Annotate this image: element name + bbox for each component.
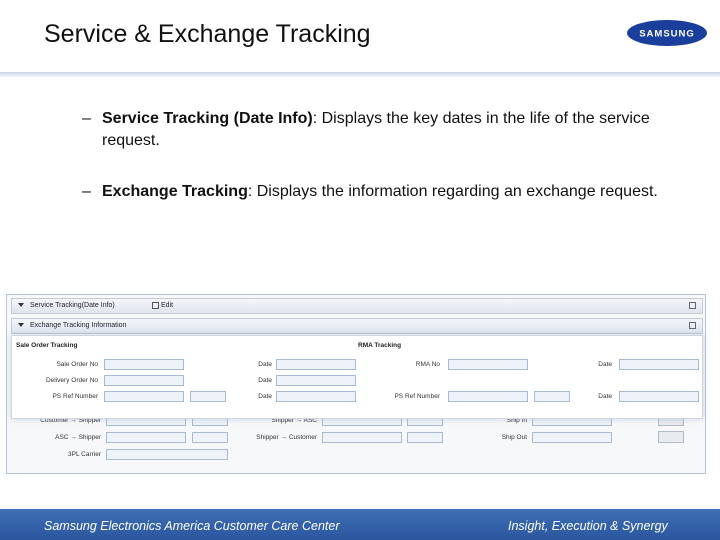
sale-order-no-field[interactable] [104,359,184,370]
bullet-dash: – [82,110,91,127]
rma-ps-ref-number-field[interactable] [448,391,528,402]
rma-date-field[interactable] [619,359,699,370]
edit-label: Edit [161,302,174,309]
ps-ref-date-field[interactable] [276,391,356,402]
field-label: ASC → Shipper [55,434,101,441]
field-label: Sale Order No [56,361,98,368]
service-tracking-panel-header[interactable]: Service Tracking(Date Info) Edit [11,298,703,314]
shipper-to-customer-extra-field[interactable] [407,432,443,443]
ps-ref-number-field[interactable] [104,391,184,402]
panel-title: Exchange Tracking Information [29,322,127,329]
field-label: Date [258,361,272,368]
bullet-term: Exchange Tracking [102,183,248,200]
exchange-tracking-panel-header[interactable]: Exchange Tracking Information [11,318,703,334]
bullet-description: : Displays the information regarding an … [247,183,658,200]
bullet-dash: – [82,183,91,200]
field-label: Date [598,393,612,400]
delivery-order-no-field[interactable] [104,375,184,386]
ship-out-button[interactable] [658,431,684,443]
field-label: Ship Out [501,434,527,441]
rma-no-field[interactable] [448,359,528,370]
carrier-field[interactable] [106,449,228,460]
rma-heading: RMA Tracking [358,342,402,349]
sale-order-heading: Sale Order Tracking [16,342,78,349]
bullet-text: Exchange Tracking: Displays the informat… [102,181,682,203]
field-label: Delivery Order No [45,377,98,384]
rma-ps-ref-date-field[interactable] [619,391,699,402]
sale-order-tracking-overlay: Sale Order Tracking RMA Tracking Sale Or… [11,335,703,419]
ship-out-field[interactable] [532,432,612,443]
svg-text:SAMSUNG: SAMSUNG [639,29,695,40]
samsung-logo: SAMSUNG [627,20,707,46]
footer-bar: Samsung Electronics America Customer Car… [0,509,720,540]
bullet-term: Service Tracking (Date Info) [102,110,313,127]
field-label: Date [258,377,272,384]
title-divider [0,72,720,78]
footer-tagline: Insight, Execution & Synergy [508,519,668,533]
field-label: PS Ref Number [52,393,98,400]
field-label: 3PL Carrier [68,451,101,458]
app-screenshot: Service Tracking(Date Info) Edit Exchang… [6,294,706,474]
bullet-text: Service Tracking (Date Info): Displays t… [102,108,682,152]
edit-link[interactable]: Edit [152,299,173,313]
field-label: Date [258,393,272,400]
edit-icon [152,301,159,309]
collapse-arrow-icon[interactable] [18,323,24,328]
slide-title: Service & Exchange Tracking [44,20,371,48]
panel-title: Service Tracking(Date Info) [29,302,115,309]
asc-to-shipper-field[interactable] [106,432,186,443]
field-label: RMA No [415,361,440,368]
delivery-order-date-field[interactable] [276,375,356,386]
sale-order-date-field[interactable] [276,359,356,370]
panel-menu-icon[interactable] [689,302,696,309]
field-label: Shipper → Customer [256,434,317,441]
field-label: Date [598,361,612,368]
footer-organization: Samsung Electronics America Customer Car… [44,519,340,533]
asc-to-shipper-extra-field[interactable] [192,432,228,443]
field-label: PS Ref Number [394,393,440,400]
panel-collapse-icon[interactable] [689,322,696,329]
shipper-to-customer-field[interactable] [322,432,402,443]
collapse-arrow-icon[interactable] [18,303,24,308]
